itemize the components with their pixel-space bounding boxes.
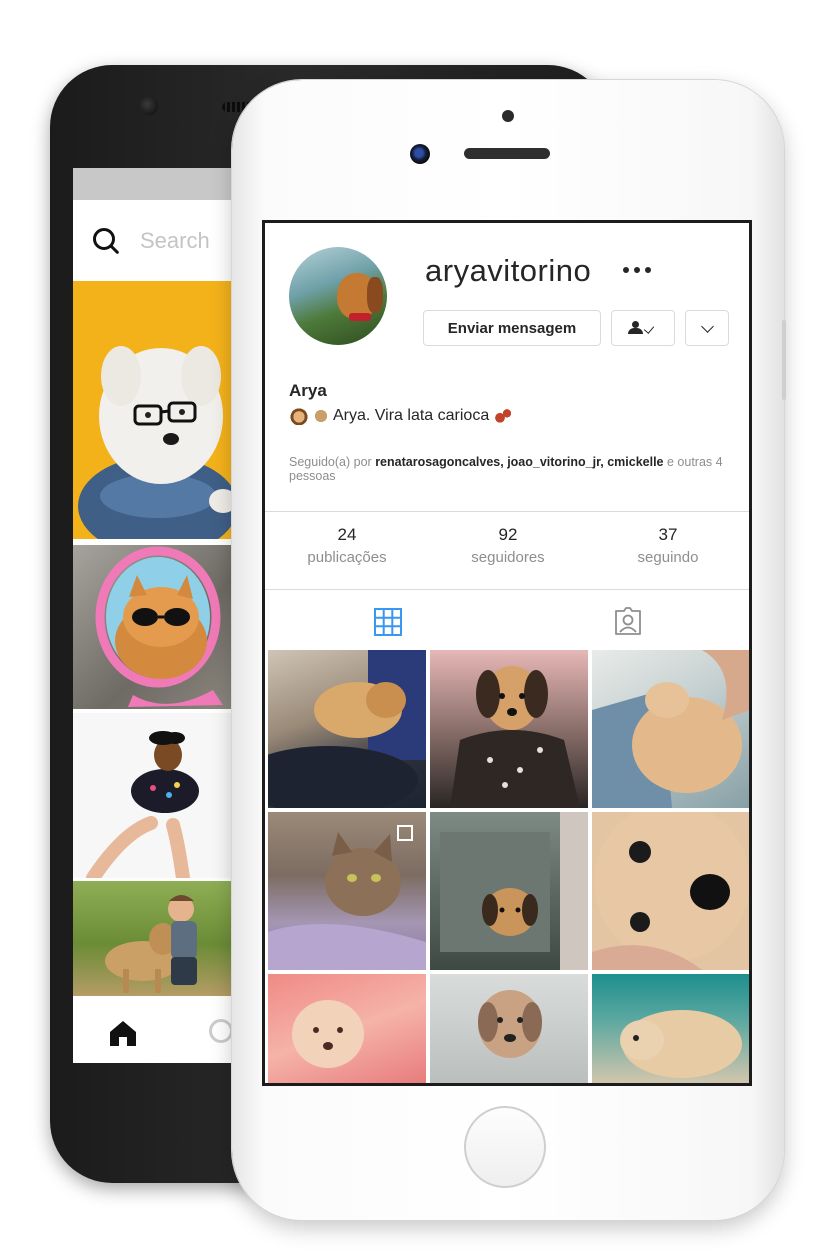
- stat-value: 37: [658, 525, 678, 544]
- stat-value: 24: [337, 525, 357, 544]
- profile-screen: aryavitorino Enviar mensagem Arya Arya. …: [262, 220, 752, 1086]
- send-message-button[interactable]: Enviar mensagem: [423, 310, 601, 346]
- stat-label: publicações: [307, 549, 387, 566]
- chevron-down-icon: [701, 320, 714, 333]
- paw-prints-emoji-icon: [493, 407, 514, 425]
- grid-photo[interactable]: [268, 812, 426, 970]
- front-camera: [140, 97, 158, 115]
- followed-by[interactable]: Seguido(a) por renatarosagoncalves, joao…: [289, 455, 739, 483]
- following-button[interactable]: [611, 310, 675, 346]
- grid-photo[interactable]: [430, 650, 588, 808]
- grid-photo[interactable]: [592, 650, 749, 808]
- followed-by-users[interactable]: renatarosagoncalves, joao_vitorino_jr, c…: [375, 455, 663, 469]
- grid-photo[interactable]: [268, 974, 426, 1083]
- grid-photo[interactable]: [430, 974, 588, 1083]
- divider: [265, 589, 749, 590]
- poodle-emoji-icon: [311, 407, 331, 425]
- profile-bio: Arya. Vira lata carioca: [289, 407, 515, 425]
- explore-image-boy-with-dog[interactable]: [73, 881, 233, 996]
- dog-face-emoji-icon: [289, 407, 309, 425]
- avatar[interactable]: [289, 247, 387, 345]
- stat-label: seguidores: [471, 549, 545, 566]
- stat-posts[interactable]: 24 publicações: [272, 525, 422, 566]
- home-icon[interactable]: [107, 1018, 139, 1048]
- search-icon: [93, 228, 115, 250]
- explore-image-cat-mirror[interactable]: [73, 545, 233, 709]
- search-icon[interactable]: [209, 1019, 233, 1043]
- profile-name: Arya: [289, 381, 327, 400]
- divider: [265, 511, 749, 512]
- tagged-person-icon[interactable]: [613, 606, 643, 636]
- stat-value: 92: [498, 525, 518, 544]
- grid-photo[interactable]: [592, 974, 749, 1083]
- more-icon[interactable]: [623, 267, 653, 275]
- explore-image-westie-glasses[interactable]: [73, 281, 233, 539]
- bio-text: Arya. Vira lata carioca: [333, 407, 490, 424]
- side-button[interactable]: [782, 320, 786, 400]
- person-check-icon: [628, 321, 655, 335]
- stat-label: seguindo: [637, 549, 699, 566]
- suggestions-dropdown-button[interactable]: [685, 310, 729, 346]
- profile-username: aryavitorino: [425, 253, 592, 288]
- grid-photo[interactable]: [268, 650, 426, 808]
- stat-followers[interactable]: 92 seguidores: [433, 525, 583, 566]
- grid-photo[interactable]: [592, 812, 749, 970]
- proximity-sensor: [502, 110, 514, 122]
- earpiece-speaker: [464, 148, 550, 159]
- followed-by-prefix: Seguido(a) por: [289, 455, 372, 469]
- home-button[interactable]: [464, 1106, 546, 1188]
- front-camera: [410, 144, 430, 164]
- stat-following[interactable]: 37 seguindo: [593, 525, 743, 566]
- grid-photo[interactable]: [430, 812, 588, 970]
- grid-icon[interactable]: [373, 607, 403, 637]
- explore-image-dog-lifted[interactable]: [73, 713, 233, 878]
- search-placeholder[interactable]: Search: [140, 228, 210, 254]
